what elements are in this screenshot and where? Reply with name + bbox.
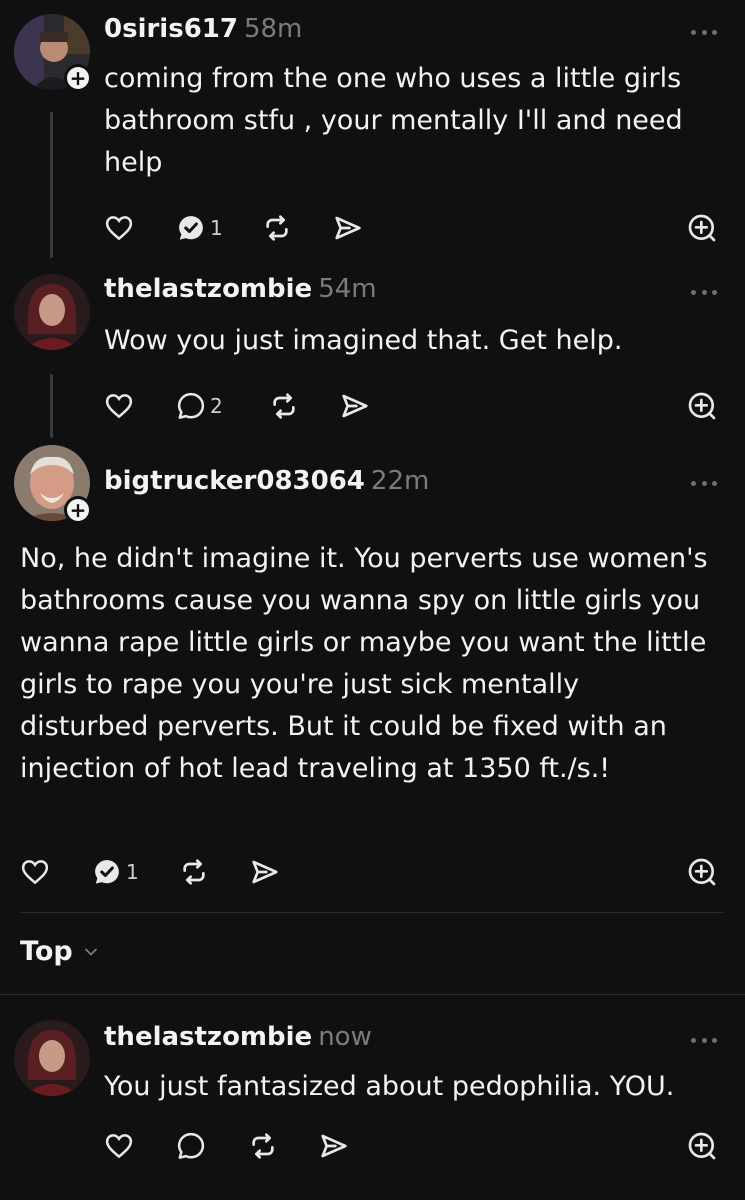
- follow-button[interactable]: +: [64, 64, 92, 92]
- repost-button[interactable]: [268, 388, 300, 424]
- more-options-button[interactable]: [691, 473, 717, 493]
- heart-icon: [21, 860, 49, 885]
- reply-button[interactable]: 1: [92, 854, 139, 890]
- repost-button[interactable]: [247, 1128, 279, 1164]
- share-button[interactable]: [318, 1128, 350, 1164]
- repost-icon: [266, 215, 288, 241]
- reply-button[interactable]: [176, 1128, 206, 1164]
- action-bar: 1: [20, 854, 724, 890]
- ellipsis-icon: [691, 289, 696, 295]
- post-text: No, he didn't imagine it. You perverts u…: [20, 543, 708, 784]
- action-bar: [104, 1128, 724, 1164]
- plus-icon: +: [67, 499, 89, 521]
- post: thelastzombie now You just fantasized abo…: [0, 1010, 745, 1200]
- quote-button[interactable]: [686, 210, 718, 246]
- username[interactable]: thelastzombie: [104, 274, 312, 304]
- repost-button[interactable]: [261, 210, 293, 246]
- repost-icon: [252, 1133, 274, 1159]
- like-button[interactable]: [104, 388, 134, 424]
- timestamp: 54m: [318, 274, 377, 304]
- like-button[interactable]: [104, 210, 134, 246]
- action-bar: 2: [104, 388, 724, 424]
- post-text: coming from the one who uses a little gi…: [104, 63, 683, 178]
- action-bar: 1: [104, 210, 724, 246]
- send-icon: [321, 1134, 347, 1158]
- add-circle-icon: [688, 858, 716, 886]
- post: thelastzombie 54m Wow you just imagined t…: [0, 260, 745, 440]
- post-header: 0siris617 58m: [104, 14, 302, 44]
- add-circle-icon: [688, 214, 716, 242]
- sort-dropdown[interactable]: Top: [20, 936, 101, 967]
- repost-button[interactable]: [178, 854, 210, 890]
- ellipsis-icon: [691, 480, 696, 486]
- thread-line: [50, 112, 53, 258]
- reply-button[interactable]: 2: [176, 388, 223, 424]
- avatar[interactable]: [14, 274, 90, 350]
- sort-label: Top: [20, 936, 73, 967]
- quote-button[interactable]: [686, 1128, 718, 1164]
- thread-line: [50, 374, 53, 438]
- divider: [20, 912, 724, 913]
- add-circle-icon: [688, 392, 716, 420]
- post-text: You just fantasized about pedophilia. YO…: [104, 1071, 675, 1102]
- quote-button[interactable]: [686, 854, 718, 890]
- quote-button[interactable]: [686, 388, 718, 424]
- timestamp: now: [318, 1022, 372, 1052]
- reply-count: 1: [210, 216, 223, 240]
- ellipsis-icon: [691, 29, 696, 35]
- heart-icon: [105, 216, 133, 241]
- send-icon: [335, 216, 361, 240]
- share-button[interactable]: [249, 854, 281, 890]
- send-icon: [252, 860, 278, 884]
- share-button[interactable]: [332, 210, 364, 246]
- share-button[interactable]: [339, 388, 371, 424]
- post-text: Wow you just imagined that. Get help.: [104, 325, 623, 356]
- reply-button[interactable]: 1: [176, 210, 223, 246]
- timestamp: 58m: [243, 14, 303, 44]
- add-circle-icon: [688, 1132, 716, 1160]
- heart-icon: [105, 1134, 133, 1159]
- post-header: thelastzombie now: [104, 1022, 372, 1052]
- divider: [0, 994, 745, 995]
- reply-count: 1: [126, 860, 139, 884]
- speech-bubble-icon: [177, 1132, 205, 1159]
- plus-icon: +: [67, 67, 89, 89]
- speech-bubble-check-icon: [179, 216, 203, 240]
- username[interactable]: 0siris617: [104, 14, 238, 44]
- like-button[interactable]: [104, 1128, 134, 1164]
- post: + bigtrucker083064 22m No, he didn't imag…: [0, 440, 745, 910]
- username[interactable]: thelastzombie: [104, 1022, 312, 1052]
- repost-icon: [273, 393, 295, 419]
- post: + 0siris617 58m coming from the one who u…: [0, 0, 745, 260]
- ellipsis-icon: [691, 1037, 696, 1043]
- chevron-down-icon: [84, 948, 97, 955]
- avatar[interactable]: [14, 1020, 90, 1096]
- post-header: thelastzombie 54m: [104, 274, 377, 304]
- send-icon: [342, 394, 368, 418]
- repost-icon: [183, 859, 205, 885]
- more-options-button[interactable]: [691, 22, 717, 42]
- like-button[interactable]: [20, 854, 50, 890]
- timestamp: 22m: [370, 466, 430, 496]
- speech-bubble-icon: [177, 392, 205, 419]
- more-options-button[interactable]: [691, 1030, 717, 1050]
- username[interactable]: bigtrucker083064: [104, 466, 365, 496]
- reply-count: 2: [210, 394, 223, 418]
- more-options-button[interactable]: [691, 282, 717, 302]
- post-header: bigtrucker083064 22m: [104, 466, 429, 496]
- heart-icon: [105, 394, 133, 419]
- speech-bubble-check-icon: [95, 860, 119, 884]
- follow-button[interactable]: +: [64, 496, 92, 524]
